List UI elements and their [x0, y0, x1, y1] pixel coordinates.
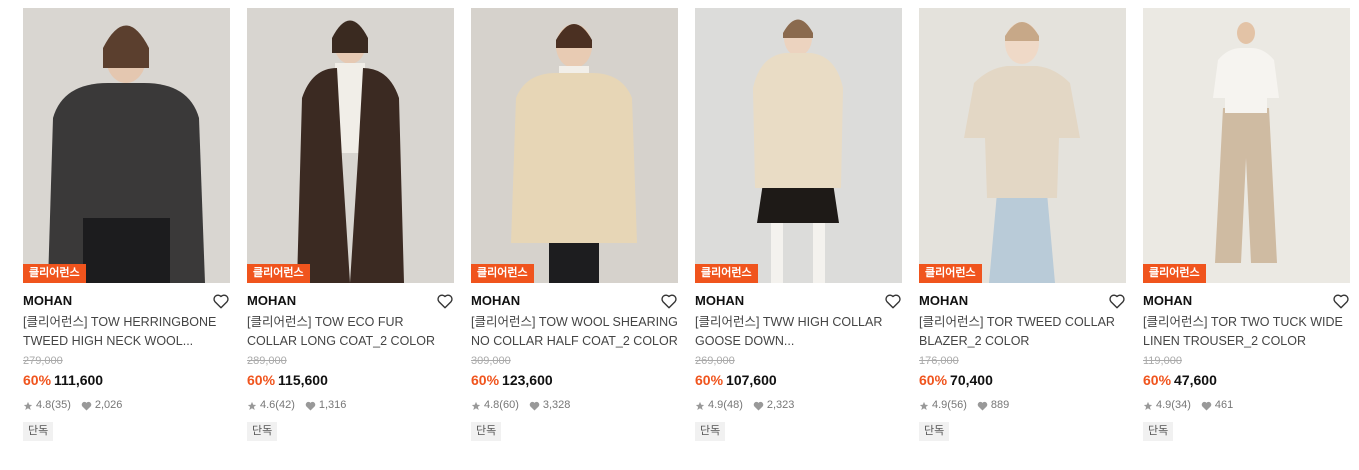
like-heart-icon: [1201, 401, 1212, 411]
like-count: 1,316: [318, 399, 347, 411]
clearance-tag: 클리어런스: [23, 264, 86, 283]
like-heart-icon: [529, 401, 540, 411]
product-card[interactable]: 클리어런스 MOHAN [클리어런스] TOW HERRINGBONE TWEE…: [23, 8, 230, 441]
discount-rate: 60%: [919, 372, 948, 388]
rating: 4.9: [708, 399, 724, 411]
heart-icon[interactable]: [212, 292, 230, 310]
exclusive-badge: 단독: [1143, 422, 1174, 441]
brand-name[interactable]: MOHAN: [1143, 290, 1350, 312]
model-photo: [247, 8, 454, 283]
star-icon: [471, 401, 481, 410]
star-icon: [247, 401, 257, 410]
star-icon: [919, 401, 929, 410]
discount-rate: 60%: [247, 372, 276, 388]
heart-icon[interactable]: [660, 292, 678, 310]
product-title[interactable]: [클리어런스] TWW HIGH COLLAR GOOSE DOWN...: [695, 313, 902, 350]
star-icon: [23, 401, 33, 410]
sale-price: 111,600: [54, 372, 104, 388]
product-card[interactable]: 클리어런스 MOHAN [클리어런스] TOW WOOL SHEARING NO…: [471, 8, 678, 441]
exclusive-badge: 단독: [23, 422, 54, 441]
rating: 4.8: [484, 399, 500, 411]
like-count: 461: [1214, 399, 1234, 411]
product-card[interactable]: 클리어런스 MOHAN [클리어런스] TWW HIGH COLLAR GOOS…: [695, 8, 902, 441]
like-count: 889: [990, 399, 1010, 411]
rating: 4.8: [36, 399, 52, 411]
brand-name[interactable]: MOHAN: [695, 290, 902, 312]
product-title[interactable]: [클리어런스] TOW ECO FUR COLLAR LONG COAT_2 C…: [247, 313, 454, 350]
product-card[interactable]: 클리어런스 MOHAN [클리어런스] TOR TWO TUCK WIDE LI…: [1143, 8, 1350, 441]
discount-rate: 60%: [695, 372, 724, 388]
like-count: 3,328: [542, 399, 571, 411]
like-heart-icon: [977, 401, 988, 411]
model-photo: [471, 8, 678, 283]
original-price: 309,000: [471, 355, 511, 367]
star-icon: [695, 401, 705, 410]
clearance-tag: 클리어런스: [471, 264, 534, 283]
clearance-tag: 클리어런스: [1143, 264, 1206, 283]
like-count: 2,026: [94, 399, 123, 411]
product-image[interactable]: 클리어런스: [919, 8, 1126, 283]
product-image[interactable]: 클리어런스: [247, 8, 454, 283]
review-count: (35): [51, 399, 71, 411]
clearance-tag: 클리어런스: [919, 264, 982, 283]
exclusive-badge: 단독: [919, 422, 950, 441]
model-photo: [23, 8, 230, 283]
like-heart-icon: [81, 401, 92, 411]
heart-icon[interactable]: [1108, 292, 1126, 310]
like-heart-icon: [305, 401, 316, 411]
review-count: (60): [499, 399, 519, 411]
heart-icon[interactable]: [1332, 292, 1350, 310]
like-heart-icon: [753, 401, 764, 411]
heart-icon[interactable]: [884, 292, 902, 310]
product-image[interactable]: 클리어런스: [695, 8, 902, 283]
sale-price: 115,600: [278, 372, 328, 388]
exclusive-badge: 단독: [695, 422, 726, 441]
product-image[interactable]: 클리어런스: [23, 8, 230, 283]
brand-name[interactable]: MOHAN: [23, 290, 230, 312]
rating: 4.9: [932, 399, 948, 411]
original-price: 119,000: [1143, 355, 1182, 367]
model-photo: [695, 8, 902, 283]
brand-name[interactable]: MOHAN: [471, 290, 678, 312]
product-title[interactable]: [클리어런스] TOW HERRINGBONE TWEED HIGH NECK …: [23, 313, 230, 350]
discount-rate: 60%: [23, 372, 52, 388]
original-price: 289,000: [247, 355, 287, 367]
exclusive-badge: 단독: [247, 422, 278, 441]
product-card[interactable]: 클리어런스 MOHAN [클리어런스] TOW ECO FUR COLLAR L…: [247, 8, 454, 441]
clearance-tag: 클리어런스: [695, 264, 758, 283]
model-photo: [1143, 8, 1350, 283]
product-grid: 클리어런스 MOHAN [클리어런스] TOW HERRINGBONE TWEE…: [0, 0, 1359, 470]
rating: 4.9: [1156, 399, 1172, 411]
model-photo: [919, 8, 1126, 283]
review-count: (34): [1171, 399, 1191, 411]
heart-icon[interactable]: [436, 292, 454, 310]
clearance-tag: 클리어런스: [247, 264, 310, 283]
discount-rate: 60%: [471, 372, 500, 388]
review-count: (56): [947, 399, 967, 411]
brand-name[interactable]: MOHAN: [247, 290, 454, 312]
original-price: 176,000: [919, 355, 959, 367]
sale-price: 123,600: [502, 372, 553, 388]
product-title[interactable]: [클리어런스] TOR TWEED COLLAR BLAZER_2 COLOR: [919, 313, 1126, 350]
product-image[interactable]: 클리어런스: [1143, 8, 1350, 283]
product-title[interactable]: [클리어런스] TOR TWO TUCK WIDE LINEN TROUSER_…: [1143, 313, 1350, 350]
review-count: (48): [723, 399, 743, 411]
discount-rate: 60%: [1143, 372, 1172, 388]
product-image[interactable]: 클리어런스: [471, 8, 678, 283]
sale-price: 47,600: [1174, 372, 1217, 388]
original-price: 279,000: [23, 355, 63, 367]
product-card[interactable]: 클리어런스 MOHAN [클리어런스] TOR TWEED COLLAR BLA…: [919, 8, 1126, 441]
like-count: 2,323: [766, 399, 795, 411]
sale-price: 70,400: [950, 372, 993, 388]
brand-name[interactable]: MOHAN: [919, 290, 1126, 312]
sale-price: 107,600: [726, 372, 777, 388]
exclusive-badge: 단독: [471, 422, 502, 441]
rating: 4.6: [260, 399, 276, 411]
product-title[interactable]: [클리어런스] TOW WOOL SHEARING NO COLLAR HALF…: [471, 313, 678, 350]
review-count: (42): [275, 399, 295, 411]
original-price: 269,000: [695, 355, 735, 367]
star-icon: [1143, 401, 1153, 410]
